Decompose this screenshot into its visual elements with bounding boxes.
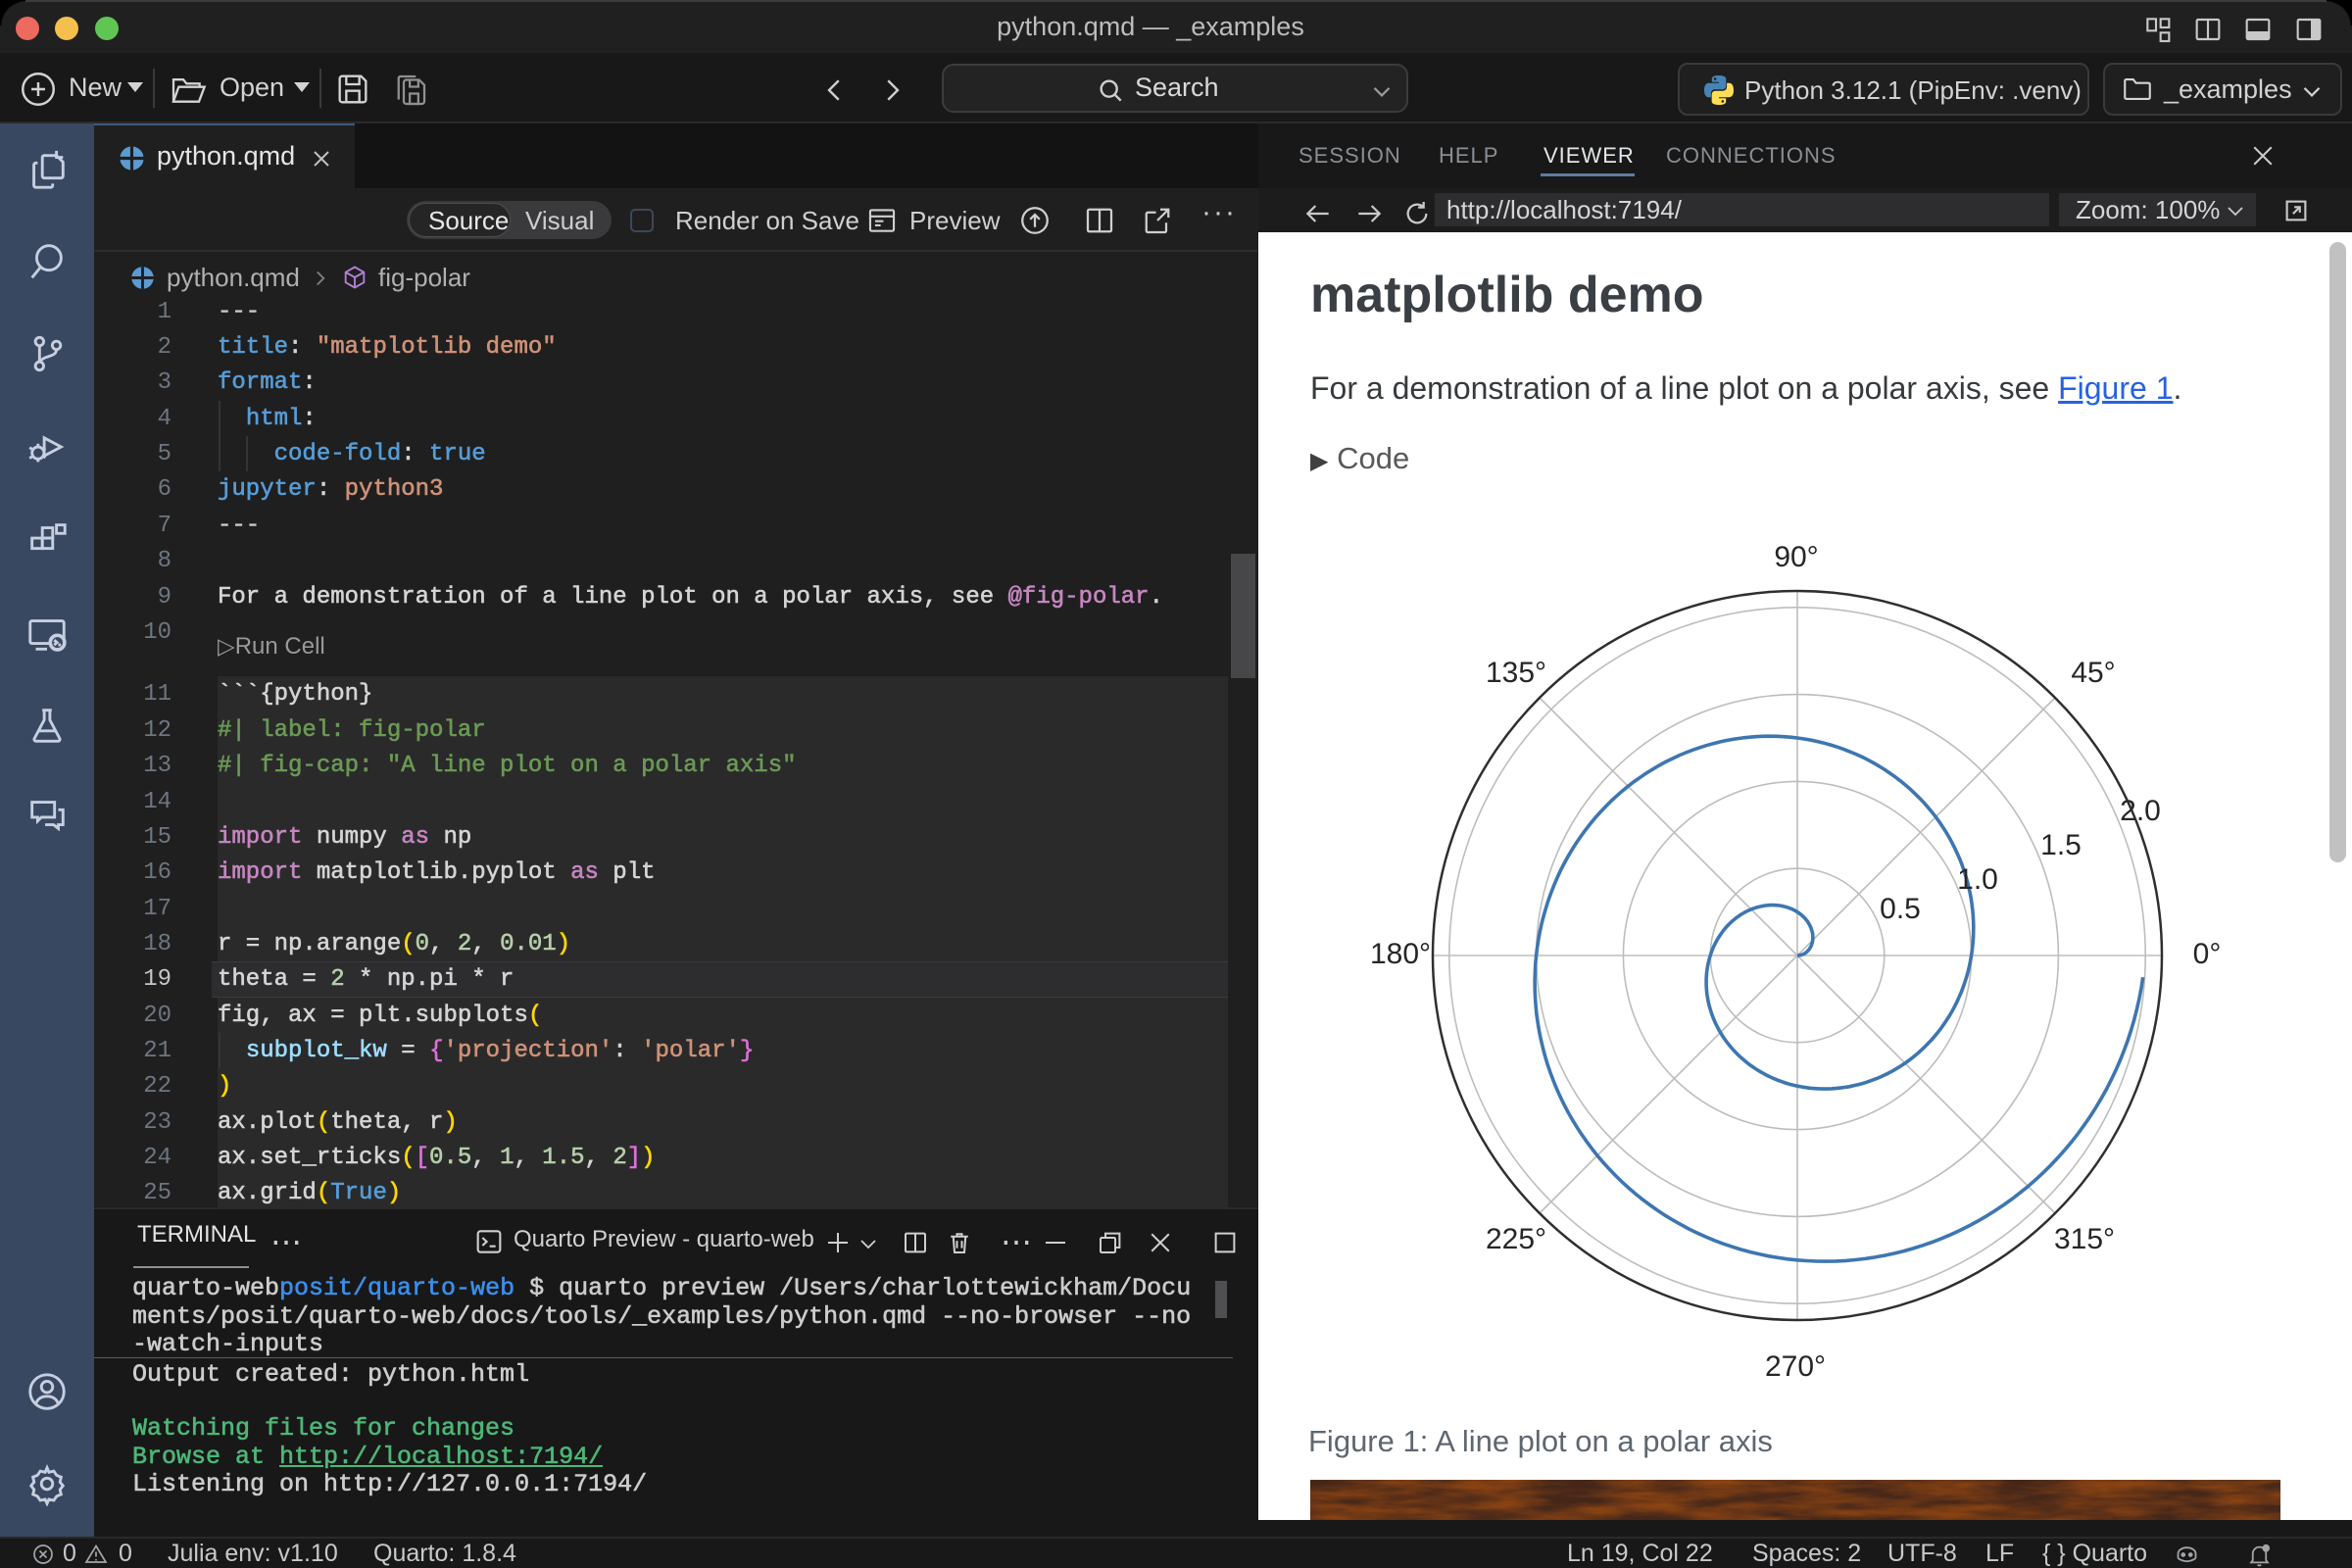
svg-text:225°: 225° — [1486, 1223, 1546, 1255]
svg-text:1.5: 1.5 — [2040, 829, 2082, 861]
svg-text:315°: 315° — [2054, 1223, 2115, 1255]
svg-text:270°: 270° — [1765, 1350, 1826, 1383]
svg-text:2.0: 2.0 — [2120, 795, 2161, 827]
svg-text:0°: 0° — [2193, 938, 2222, 970]
svg-text:0.5: 0.5 — [1880, 893, 1921, 925]
svg-text:1.0: 1.0 — [1957, 863, 1998, 896]
svg-text:45°: 45° — [2071, 657, 2115, 689]
svg-text:135°: 135° — [1486, 657, 1546, 689]
svg-text:90°: 90° — [1774, 541, 1818, 573]
svg-text:180°: 180° — [1370, 938, 1431, 970]
